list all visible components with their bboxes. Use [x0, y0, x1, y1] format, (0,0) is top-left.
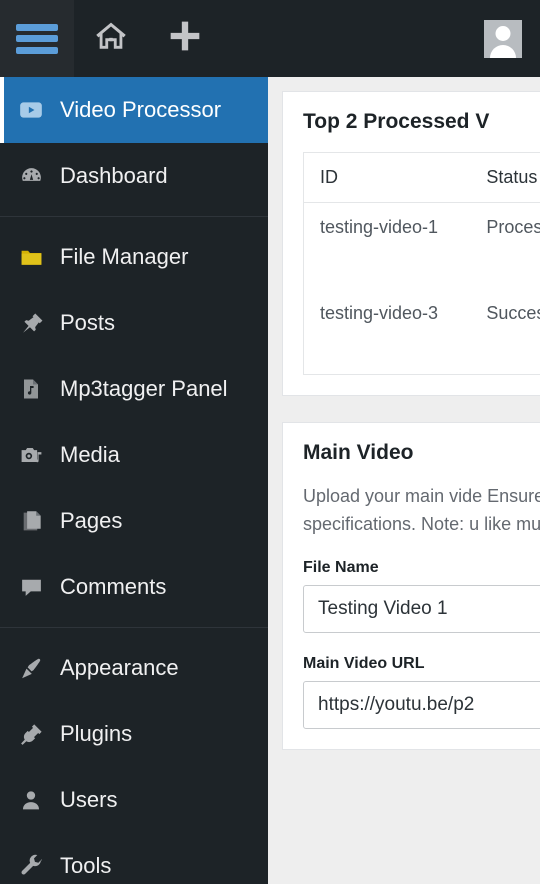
admin-bar-spacer	[222, 0, 466, 77]
sidebar-item-label: Dashboard	[60, 163, 168, 188]
wrench-icon	[14, 854, 48, 879]
folder-icon	[14, 245, 48, 270]
sidebar-item-label: Comments	[60, 574, 167, 599]
sidebar-item-posts[interactable]: Posts	[0, 290, 268, 356]
user-icon	[14, 788, 48, 813]
main-content: Top 2 Processed V ID Status testing-vide…	[268, 77, 540, 884]
sidebar-item-label: Pages	[60, 508, 123, 533]
hamburger-icon	[16, 23, 58, 54]
sidebar-item-plugins[interactable]: Plugins	[0, 701, 268, 767]
sidebar-item-label: Appearance	[60, 655, 179, 680]
main-video-url-label: Main Video URL	[303, 654, 425, 672]
sidebar-item-label: Users	[60, 787, 118, 812]
table-row[interactable]: testing-video-1 Processing	[304, 203, 540, 289]
sidebar-item-label: Plugins	[60, 721, 133, 746]
cell-status: Successful	[486, 302, 540, 323]
cell-id: testing-video-1	[320, 217, 439, 237]
sidebar-item-label: Posts	[60, 310, 116, 335]
sidebar-item-label: Tools	[60, 853, 112, 878]
sidebar-item-label: Video Processor	[60, 97, 222, 122]
pages-icon	[14, 509, 48, 534]
sidebar-item-label: Mp3tagger Panel	[60, 376, 228, 401]
cell-id: testing-video-3	[320, 302, 439, 323]
dashboard-gauge-icon	[14, 164, 48, 189]
main-video-description: Upload your main vide Ensure the video m…	[303, 486, 540, 534]
processed-videos-table: ID Status testing-video-1 Processing tes…	[303, 152, 540, 375]
processed-videos-card: Top 2 Processed V ID Status testing-vide…	[282, 91, 540, 396]
admin-sidebar: Video Processor Dashboard File Manager P…	[0, 77, 268, 884]
sidebar-item-dashboard[interactable]: Dashboard	[0, 143, 268, 209]
main-video-title: Main Video	[303, 441, 414, 464]
sidebar-item-users[interactable]: Users	[0, 767, 268, 833]
main-video-card: Main Video Upload your main vide Ensure …	[282, 422, 540, 750]
sidebar-item-media[interactable]: Media	[0, 422, 268, 488]
admin-bar	[0, 0, 540, 77]
sidebar-item-tools[interactable]: Tools	[0, 833, 268, 884]
home-icon	[92, 19, 130, 58]
table-row[interactable]: testing-video-3 Successful	[304, 289, 540, 375]
avatar	[484, 19, 522, 58]
sidebar-item-comments[interactable]: Comments	[0, 554, 268, 620]
paintbrush-icon	[14, 656, 48, 681]
main-video-url-input[interactable]: https://youtu.be/p2	[303, 680, 540, 729]
sidebar-item-mp3tagger-panel[interactable]: Mp3tagger Panel	[0, 356, 268, 422]
home-button[interactable]	[74, 0, 148, 77]
video-play-icon	[14, 97, 48, 123]
pushpin-icon	[14, 311, 48, 336]
cell-status: Processing	[486, 217, 540, 237]
menu-toggle-button[interactable]	[0, 0, 74, 77]
sidebar-item-pages[interactable]: Pages	[0, 488, 268, 554]
table-header-row: ID Status	[303, 152, 540, 203]
new-content-button[interactable]	[148, 0, 222, 77]
comment-bubble-icon	[14, 575, 48, 600]
file-name-input[interactable]: Testing Video 1	[303, 584, 540, 633]
sidebar-separator	[0, 216, 268, 217]
file-name-label: File Name	[303, 558, 379, 576]
page-title: Top 2 Processed V	[303, 110, 490, 133]
sidebar-item-file-manager[interactable]: File Manager	[0, 224, 268, 290]
plug-icon	[14, 722, 48, 747]
plus-icon	[165, 16, 205, 61]
account-button[interactable]	[466, 0, 540, 77]
sidebar-item-label: Media	[60, 442, 120, 467]
column-header-id: ID	[303, 152, 471, 203]
media-camera-icon	[14, 443, 48, 468]
music-file-icon	[14, 377, 48, 401]
sidebar-item-appearance[interactable]: Appearance	[0, 635, 268, 701]
sidebar-item-video-processor[interactable]: Video Processor	[0, 77, 268, 143]
column-header-status: Status	[470, 152, 540, 203]
sidebar-item-label: File Manager	[60, 244, 189, 269]
sidebar-separator	[0, 627, 268, 628]
